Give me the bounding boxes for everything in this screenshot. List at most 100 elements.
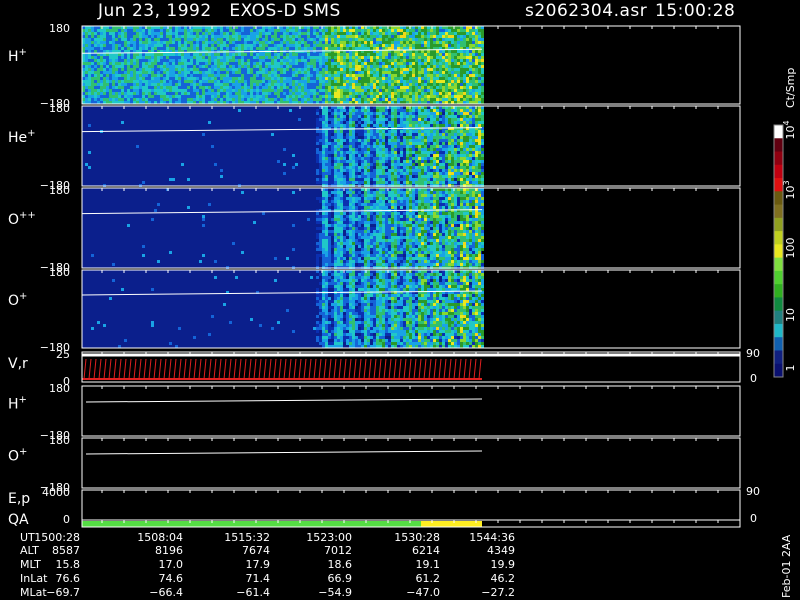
heatmap-cell xyxy=(259,74,262,77)
heatmap-cell xyxy=(424,151,427,154)
heatmap-cell xyxy=(409,160,412,163)
heatmap-cell xyxy=(415,65,418,68)
heatmap-cell xyxy=(481,115,484,118)
heatmap-cell xyxy=(169,38,172,41)
heatmap-cell xyxy=(412,38,415,41)
heatmap-cell xyxy=(439,71,442,74)
heatmap-cell xyxy=(451,178,454,181)
heatmap-cell xyxy=(262,44,265,47)
heatmap-cell xyxy=(424,89,427,92)
heatmap-cell xyxy=(346,136,349,139)
heatmap-cell xyxy=(214,98,217,101)
heatmap-cell xyxy=(481,145,484,148)
heatmap-cell xyxy=(118,53,121,56)
heatmap-cell xyxy=(157,65,160,68)
heatmap-cell xyxy=(430,83,433,86)
heatmap-cell xyxy=(460,38,463,41)
heatmap-cell xyxy=(211,32,214,35)
heatmap-cell xyxy=(448,136,451,139)
heatmap-cell xyxy=(325,86,328,89)
heatmap-cell xyxy=(427,154,430,157)
heatmap-cell xyxy=(433,71,436,74)
heatmap-cell xyxy=(106,56,109,59)
heatmap-cell xyxy=(436,172,439,175)
heatmap-cell xyxy=(244,32,247,35)
heatmap-cell xyxy=(322,163,325,166)
heatmap-cell xyxy=(379,163,382,166)
heatmap-cell xyxy=(169,56,172,59)
heatmap-cell xyxy=(469,92,472,95)
heatmap-cell xyxy=(328,59,331,62)
heatmap-cell xyxy=(460,154,463,157)
heatmap-cell xyxy=(394,175,397,178)
heatmap-cell xyxy=(256,53,259,56)
heatmap-cell xyxy=(121,62,124,65)
heatmap-cell xyxy=(388,133,391,136)
heatmap-cell xyxy=(343,74,346,77)
heatmap-cell xyxy=(463,151,466,154)
heatmap-cell xyxy=(334,38,337,41)
heatmap-cell xyxy=(370,133,373,136)
heatmap-cell xyxy=(88,86,91,89)
heatmap-cell xyxy=(313,74,316,77)
heatmap-cell xyxy=(106,68,109,71)
heatmap-cell xyxy=(418,166,421,169)
heatmap-cell xyxy=(337,83,340,86)
heatmap-cell xyxy=(106,32,109,35)
heatmap-cell xyxy=(463,166,466,169)
heatmap-cell xyxy=(430,172,433,175)
heatmap-cell xyxy=(376,121,379,124)
heatmap-cell xyxy=(355,163,358,166)
heatmap-cell xyxy=(391,154,394,157)
heatmap-cell xyxy=(220,169,223,172)
heatmap-cell xyxy=(460,29,463,32)
heatmap-cell xyxy=(439,175,442,178)
heatmap-cell xyxy=(469,62,472,65)
heatmap-cell xyxy=(370,71,373,74)
heatmap-cell xyxy=(427,41,430,44)
heatmap-cell xyxy=(424,142,427,145)
heatmap-cell xyxy=(220,53,223,56)
heatmap-cell xyxy=(97,38,100,41)
heatmap-cell xyxy=(367,62,370,65)
heatmap-cell xyxy=(433,166,436,169)
heatmap-cell xyxy=(289,86,292,89)
heatmap-cell xyxy=(418,148,421,151)
heatmap-cell xyxy=(112,68,115,71)
heatmap-cell xyxy=(376,178,379,181)
heatmap-cell xyxy=(184,83,187,86)
heatmap-cell xyxy=(157,98,160,101)
panel-0: 180−180H+ xyxy=(8,22,741,110)
heatmap-cell xyxy=(466,181,469,184)
heatmap-cell xyxy=(106,92,109,95)
heatmap-cell xyxy=(382,38,385,41)
heatmap-cell xyxy=(469,74,472,77)
heatmap-cell xyxy=(91,89,94,92)
heatmap-cell xyxy=(154,38,157,41)
heatmap-cell xyxy=(166,71,169,74)
heatmap-cell xyxy=(463,41,466,44)
heatmap-cell xyxy=(415,32,418,35)
heatmap-cell xyxy=(88,35,91,38)
heatmap-cell xyxy=(226,35,229,38)
heatmap-cell xyxy=(316,121,319,124)
heatmap-cell xyxy=(268,80,271,83)
heatmap-cell xyxy=(280,59,283,62)
heatmap-cell xyxy=(232,47,235,50)
heatmap-cell xyxy=(478,160,481,163)
heatmap-cell xyxy=(370,139,373,142)
heatmap-cell xyxy=(373,118,376,121)
heatmap-cell xyxy=(190,35,193,38)
heatmap-cell xyxy=(304,29,307,32)
heatmap-cell xyxy=(151,62,154,65)
heatmap-cell xyxy=(331,77,334,80)
heatmap-cell xyxy=(199,56,202,59)
heatmap-cell xyxy=(373,133,376,136)
heatmap-cell xyxy=(88,38,91,41)
heatmap-cell xyxy=(361,68,364,71)
heatmap-cell xyxy=(481,130,484,133)
heatmap-cell xyxy=(172,71,175,74)
heatmap-cell xyxy=(94,59,97,62)
heatmap-cell xyxy=(445,44,448,47)
heatmap-cell xyxy=(298,68,301,71)
